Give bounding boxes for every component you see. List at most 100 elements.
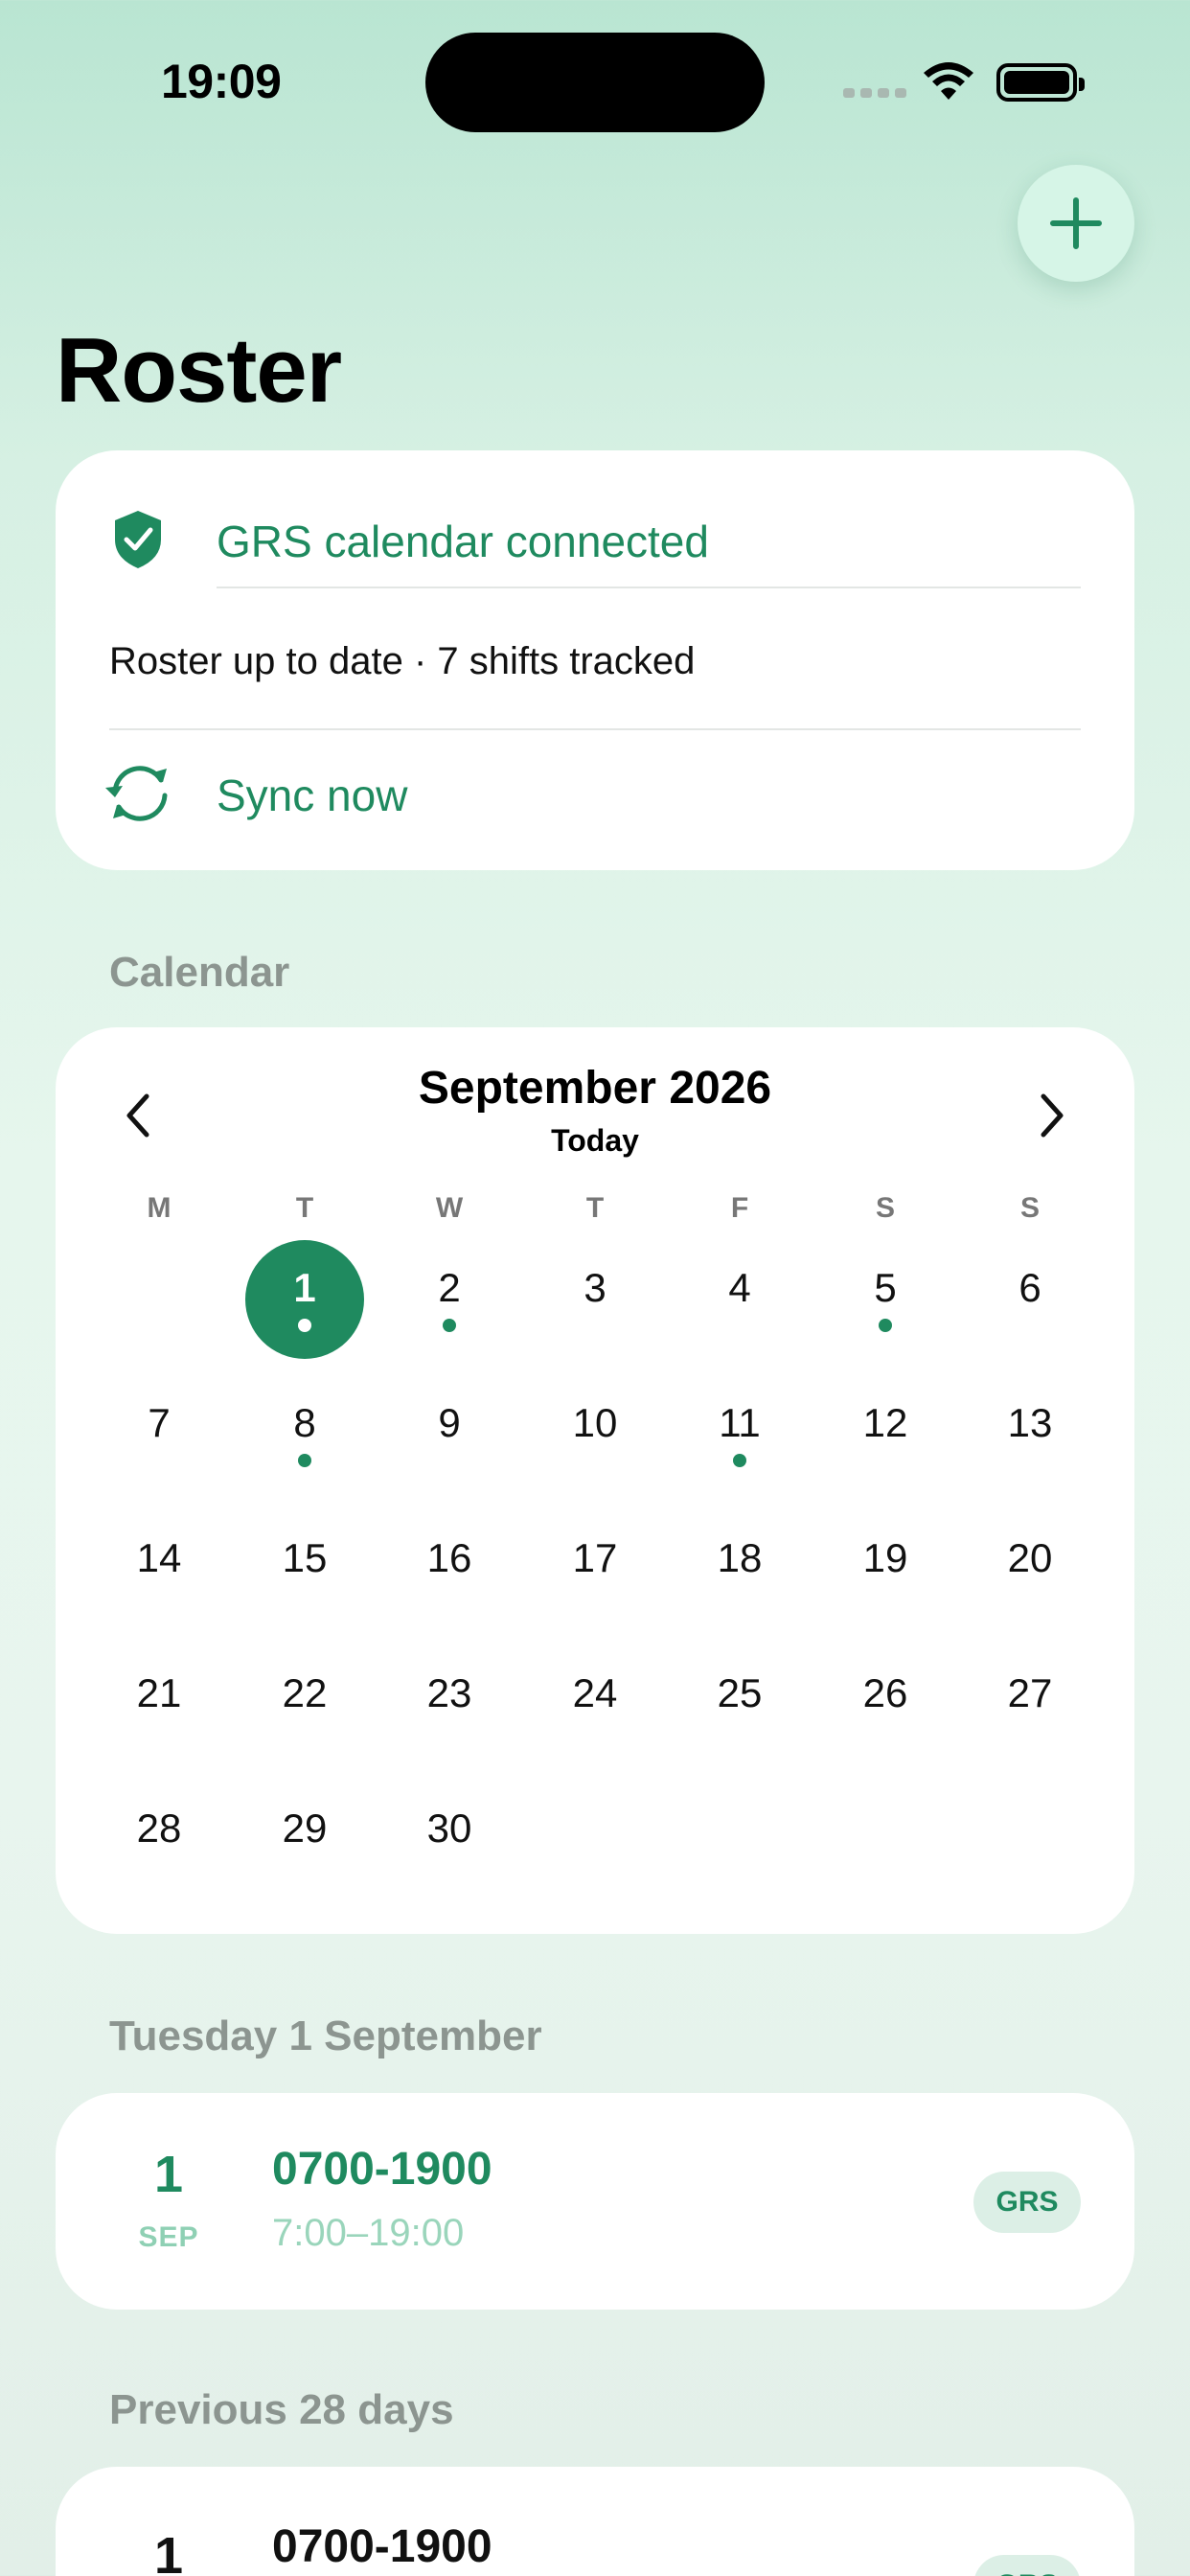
calendar-day-22[interactable]: 22 [245,1645,364,1764]
sync-now-button[interactable]: Sync now [56,738,1134,853]
day-number: 25 [717,1670,763,1715]
calendar-card: September 2026 Today MTWTFSS 1 2 3 4 5 6 7 8 9 10… [56,1027,1134,1934]
calendar-day-20[interactable]: 20 [971,1510,1089,1629]
day-number: 10 [572,1400,618,1445]
calendar-day-21[interactable]: 21 [100,1645,218,1764]
calendar-day-30[interactable]: 30 [390,1781,509,1899]
shift-month: SEP [138,2221,199,2253]
day-number: 18 [717,1535,763,1580]
calendar-day-17[interactable]: 17 [536,1510,654,1629]
calendar-day-26[interactable]: 26 [826,1645,945,1764]
calendar-day-27[interactable]: 27 [971,1645,1089,1764]
weekday-header: T [585,1192,605,1224]
source-badge: GRS [973,2172,1081,2233]
shift-time: 7:00–19:00 [272,2212,465,2254]
calendar-day-29[interactable]: 29 [245,1781,364,1899]
day-number: 26 [862,1670,908,1715]
calendar-day-5[interactable]: 5 [826,1240,945,1359]
shift-day: 1 [153,2527,184,2576]
shield-check-icon [111,509,165,575]
calendar-day-23[interactable]: 23 [390,1645,509,1764]
calendar-day-2[interactable]: 2 [390,1240,509,1359]
calendar-day-1[interactable]: 1 [245,1240,364,1359]
weekday-header: W [435,1192,464,1224]
calendar-day-18[interactable]: 18 [680,1510,799,1629]
day-number: 24 [572,1670,618,1715]
page-title: Roster [56,319,342,422]
day-number: 11 [719,1400,761,1445]
day-number: 4 [728,1265,751,1310]
day-number: 7 [148,1400,171,1445]
day-number: 29 [282,1806,328,1851]
day-number: 5 [874,1265,897,1310]
connection-title: GRS calendar connected [217,517,709,566]
day-number: 15 [282,1535,328,1580]
connection-card: GRS calendar connected Roster up to date… [56,450,1134,870]
today-label: Today [551,1123,639,1158]
calendar-day-12[interactable]: 12 [826,1375,945,1494]
day-number: 14 [136,1535,182,1580]
status-bar: 19:09 [0,0,1190,163]
calendar-day-6[interactable]: 6 [971,1240,1089,1359]
day-number: 3 [584,1265,606,1310]
selected-day-label: Tuesday 1 September [109,2012,542,2059]
next-month-button[interactable] [1023,1087,1081,1144]
day-number: 19 [862,1535,908,1580]
calendar-day-25[interactable]: 25 [680,1645,799,1764]
day-number: 21 [136,1670,182,1715]
battery-icon [996,63,1085,102]
calendar-section-label: Calendar [109,949,290,996]
status-time: 19:09 [161,55,282,108]
weekday-header: F [730,1192,749,1224]
day-number: 22 [282,1670,328,1715]
weekday-header: S [875,1192,895,1224]
day-number: 23 [426,1670,472,1715]
calendar-day-10[interactable]: 10 [536,1375,654,1494]
shift-card[interactable]: 1 SEP 0700-1900 7:00–19:00 GRS [56,2093,1134,2310]
sync-now-label: Sync now [217,770,408,820]
previous-days-label: Previous 28 days [109,2386,454,2433]
shift-code: 0700-1900 [272,2521,492,2572]
weekday-header: M [147,1192,172,1224]
divider [217,586,1081,588]
day-number: 16 [426,1535,472,1580]
day-number: 30 [426,1806,472,1851]
add-shift-button[interactable] [1018,165,1134,282]
weekday-header: S [1019,1192,1040,1224]
calendar-day-14[interactable]: 14 [100,1510,218,1629]
day-number: 17 [572,1535,618,1580]
roster-status-text: Roster up to date · 7 shifts tracked [109,639,696,682]
day-number: 13 [1007,1400,1053,1445]
calendar-day-9[interactable]: 9 [390,1375,509,1494]
day-number: 6 [1018,1265,1041,1310]
calendar-day-7[interactable]: 7 [100,1375,218,1494]
shift-indicator-dot [298,1319,311,1332]
shift-indicator-dot [298,1454,311,1467]
weekday-header: T [295,1192,314,1224]
calendar-day-24[interactable]: 24 [536,1645,654,1764]
calendar-day-16[interactable]: 16 [390,1510,509,1629]
calendar-day-4[interactable]: 4 [680,1240,799,1359]
day-number: 1 [293,1265,316,1310]
chevron-right-icon [1041,1093,1064,1138]
dynamic-island [425,33,765,132]
day-number: 9 [438,1400,461,1445]
shift-indicator-dot [733,1454,746,1467]
day-number: 8 [293,1400,316,1445]
shift-indicator-dot [879,1319,892,1332]
shift-indicator-dot [443,1319,456,1332]
calendar-day-8[interactable]: 8 [245,1375,364,1494]
calendar-day-19[interactable]: 19 [826,1510,945,1629]
day-number: 2 [438,1265,461,1310]
day-number: 20 [1007,1535,1053,1580]
shift-card[interactable]: 1 0700-1900 GRS [56,2467,1134,2576]
day-number: 28 [136,1806,182,1851]
calendar-day-15[interactable]: 15 [245,1510,364,1629]
calendar-day-11[interactable]: 11 [680,1375,799,1494]
calendar-day-28[interactable]: 28 [100,1781,218,1899]
day-number: 27 [1007,1670,1053,1715]
cellular-signal-icon [843,88,906,98]
calendar-day-3[interactable]: 3 [536,1240,654,1359]
day-number: 12 [862,1400,908,1445]
calendar-day-13[interactable]: 13 [971,1375,1089,1494]
